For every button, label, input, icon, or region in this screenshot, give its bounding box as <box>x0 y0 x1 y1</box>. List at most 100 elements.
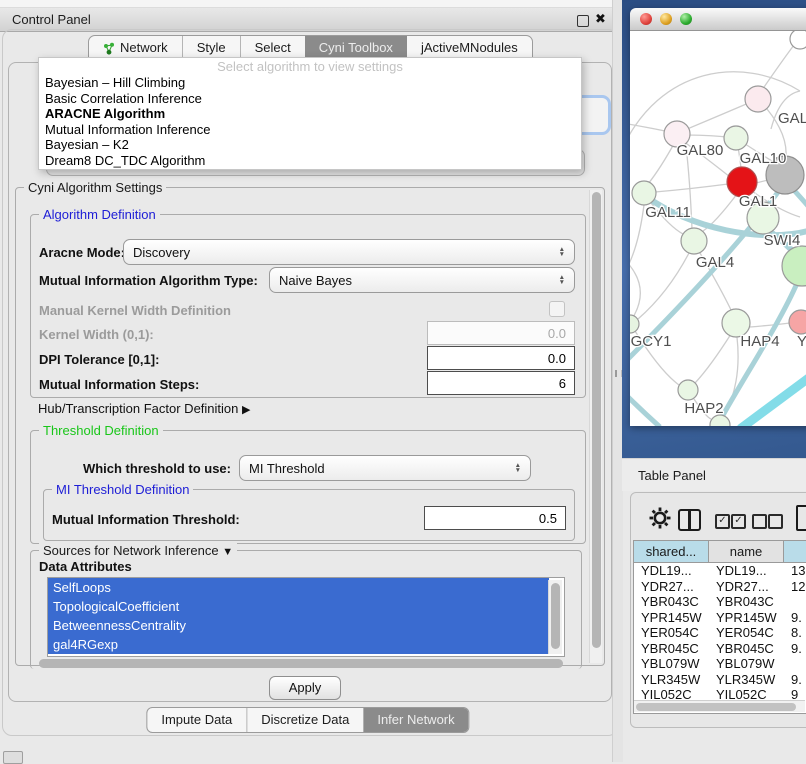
network-edge[interactable] <box>655 184 728 192</box>
settings-scrollbar[interactable] <box>589 190 602 663</box>
expand-down-icon[interactable]: ▼ <box>222 546 233 558</box>
table-row[interactable]: YDR27...YDR27...12 <box>634 579 806 595</box>
network-edge[interactable] <box>762 45 794 90</box>
dpi-tolerance-value: 0.0 <box>548 351 566 366</box>
hub-definition-label[interactable]: Hub/Transcription Factor Definition ▶ <box>38 401 250 416</box>
network-edge[interactable] <box>695 334 731 383</box>
aracne-mode-label: Aracne Mode: <box>39 245 125 260</box>
minimize-traffic-light-icon[interactable] <box>660 13 672 25</box>
algorithm-option[interactable]: Bayesian – Hill Climbing <box>39 75 581 91</box>
manual-kernel-checkbox[interactable] <box>549 301 565 317</box>
attribute-list-item[interactable]: SelfLoops <box>48 578 549 597</box>
list-scrollbar[interactable] <box>548 580 562 654</box>
algorithm-option[interactable]: Bayesian – K2 <box>39 137 581 153</box>
table-row[interactable]: YDL19...YDL19...13 <box>634 563 806 579</box>
table-cell: YBR045C <box>634 641 709 657</box>
mi-threshold-field[interactable]: 0.5 <box>424 506 566 530</box>
network-icon <box>103 42 115 55</box>
network-edge-thick[interactable] <box>740 377 806 426</box>
table-row[interactable]: YBR043CYBR043C <box>634 594 806 610</box>
network-edge[interactable] <box>638 253 689 319</box>
divider-grip-icon[interactable] <box>615 370 622 377</box>
close-icon[interactable]: ✖ <box>595 11 606 27</box>
network-edge[interactable] <box>630 205 644 273</box>
sources-hscrollbar-thumb[interactable] <box>39 659 563 668</box>
table-cell: YBL079W <box>634 656 709 672</box>
network-node[interactable] <box>790 31 806 49</box>
network-node[interactable] <box>681 228 707 254</box>
network-node-label: GCY1 <box>631 333 672 350</box>
network-node[interactable] <box>630 315 639 333</box>
gear-icon[interactable] <box>649 507 671 529</box>
table-cell: YPR145W <box>709 610 784 626</box>
network-node[interactable] <box>678 380 698 400</box>
dock-restore-icon[interactable] <box>3 751 23 764</box>
table-cell: 13 <box>784 563 806 579</box>
aracne-mode-combobox[interactable]: Discovery ▲▼ <box>123 239 575 265</box>
unchecked-box-icon[interactable] <box>768 514 783 529</box>
column-header[interactable]: shared... <box>634 541 709 562</box>
table-row[interactable]: YBR045CYBR045C9. <box>634 641 806 657</box>
close-traffic-light-icon[interactable] <box>640 13 652 25</box>
table-row[interactable]: YPR145WYPR145W9. <box>634 610 806 626</box>
mi-type-label: Mutual Information Algorithm Type: <box>39 273 258 288</box>
table-hscrollbar[interactable] <box>634 700 805 712</box>
algorithm-option[interactable]: ARACNE Algorithm <box>39 106 581 122</box>
attribute-list-item[interactable]: BetweennessCentrality <box>48 616 549 635</box>
algorithm-option[interactable]: Dream8 DC_TDC Algorithm <box>39 153 581 169</box>
table-row[interactable]: YBL079WYBL079W <box>634 656 806 672</box>
mi-type-combobox[interactable]: Naive Bayes ▲▼ <box>269 267 575 293</box>
unchecked-box-icon[interactable] <box>752 514 767 529</box>
checked-box-icon[interactable]: ✓ <box>731 514 746 529</box>
network-canvas[interactable]: GALGAL80GAL10GAL1GAL11SWI4GAL4GCY1HAP4YH… <box>630 31 806 426</box>
kernel-width-field[interactable]: 0.0 <box>427 321 575 345</box>
mi-steps-field[interactable]: 6 <box>427 371 575 395</box>
algorithm-dropdown-popup: Select algorithm to view settings Bayesi… <box>38 57 582 170</box>
network-node-label: SWI4 <box>764 232 801 249</box>
checked-box-icon[interactable]: ✓ <box>715 514 730 529</box>
document-icon[interactable] <box>796 505 806 531</box>
algorithm-option[interactable]: Mutual Information Inference <box>39 122 581 138</box>
tab-infer-network[interactable]: Infer Network <box>363 708 468 732</box>
attribute-list-item[interactable]: TopologicalCoefficient <box>48 597 549 616</box>
which-threshold-combobox[interactable]: MI Threshold ▲▼ <box>239 455 531 481</box>
sources-hscrollbar[interactable] <box>39 659 569 668</box>
float-window-icon[interactable] <box>577 15 589 27</box>
column-header[interactable]: name <box>709 541 784 562</box>
dpi-tolerance-field[interactable]: 0.0 <box>427 346 575 370</box>
network-node-label: GAL1 <box>739 193 777 210</box>
table-row[interactable]: YLR345WYLR345W9. <box>634 672 806 688</box>
sources-group-title: Sources for Network Inference ▼ <box>39 543 237 558</box>
tab-discretize-data[interactable]: Discretize Data <box>246 708 363 732</box>
columns-icon[interactable] <box>678 509 701 531</box>
network-node[interactable] <box>724 126 748 150</box>
aracne-mode-value: Discovery <box>133 245 190 260</box>
network-node[interactable] <box>782 246 806 286</box>
tab-label: Infer Network <box>377 708 454 732</box>
column-header[interactable]: A <box>784 541 806 562</box>
attribute-list-item[interactable]: gal4RGexp <box>48 635 549 654</box>
tab-impute-data[interactable]: Impute Data <box>147 708 246 732</box>
network-edge[interactable] <box>750 323 790 327</box>
table-row[interactable]: YER054CYER054C8. <box>634 625 806 641</box>
apply-button[interactable]: Apply <box>269 676 341 700</box>
network-edge[interactable] <box>648 142 675 184</box>
sources-title-text: Sources for Network Inference <box>43 543 219 558</box>
dpi-tolerance-label: DPI Tolerance [0,1]: <box>39 352 159 367</box>
network-edge[interactable] <box>630 123 665 131</box>
network-node[interactable] <box>789 310 806 334</box>
collapse-right-icon[interactable]: ▶ <box>242 404 250 416</box>
network-edge-thick[interactable] <box>630 391 660 426</box>
zoom-traffic-light-icon[interactable] <box>680 13 692 25</box>
network-edge[interactable] <box>630 72 800 149</box>
settings-scrollbar-thumb[interactable] <box>592 192 601 648</box>
network-node[interactable] <box>745 86 771 112</box>
spinner-arrows-icon: ▲▼ <box>553 247 565 258</box>
network-edge[interactable] <box>630 259 640 319</box>
data-attributes-list[interactable]: SelfLoopsTopologicalCoefficientBetweenne… <box>47 577 565 657</box>
window-top-strip <box>0 0 619 8</box>
algorithm-option[interactable]: Basic Correlation Inference <box>39 91 581 107</box>
network-node[interactable] <box>632 181 656 205</box>
table-hscrollbar-thumb[interactable] <box>636 703 796 711</box>
list-scrollbar-thumb[interactable] <box>551 583 560 649</box>
